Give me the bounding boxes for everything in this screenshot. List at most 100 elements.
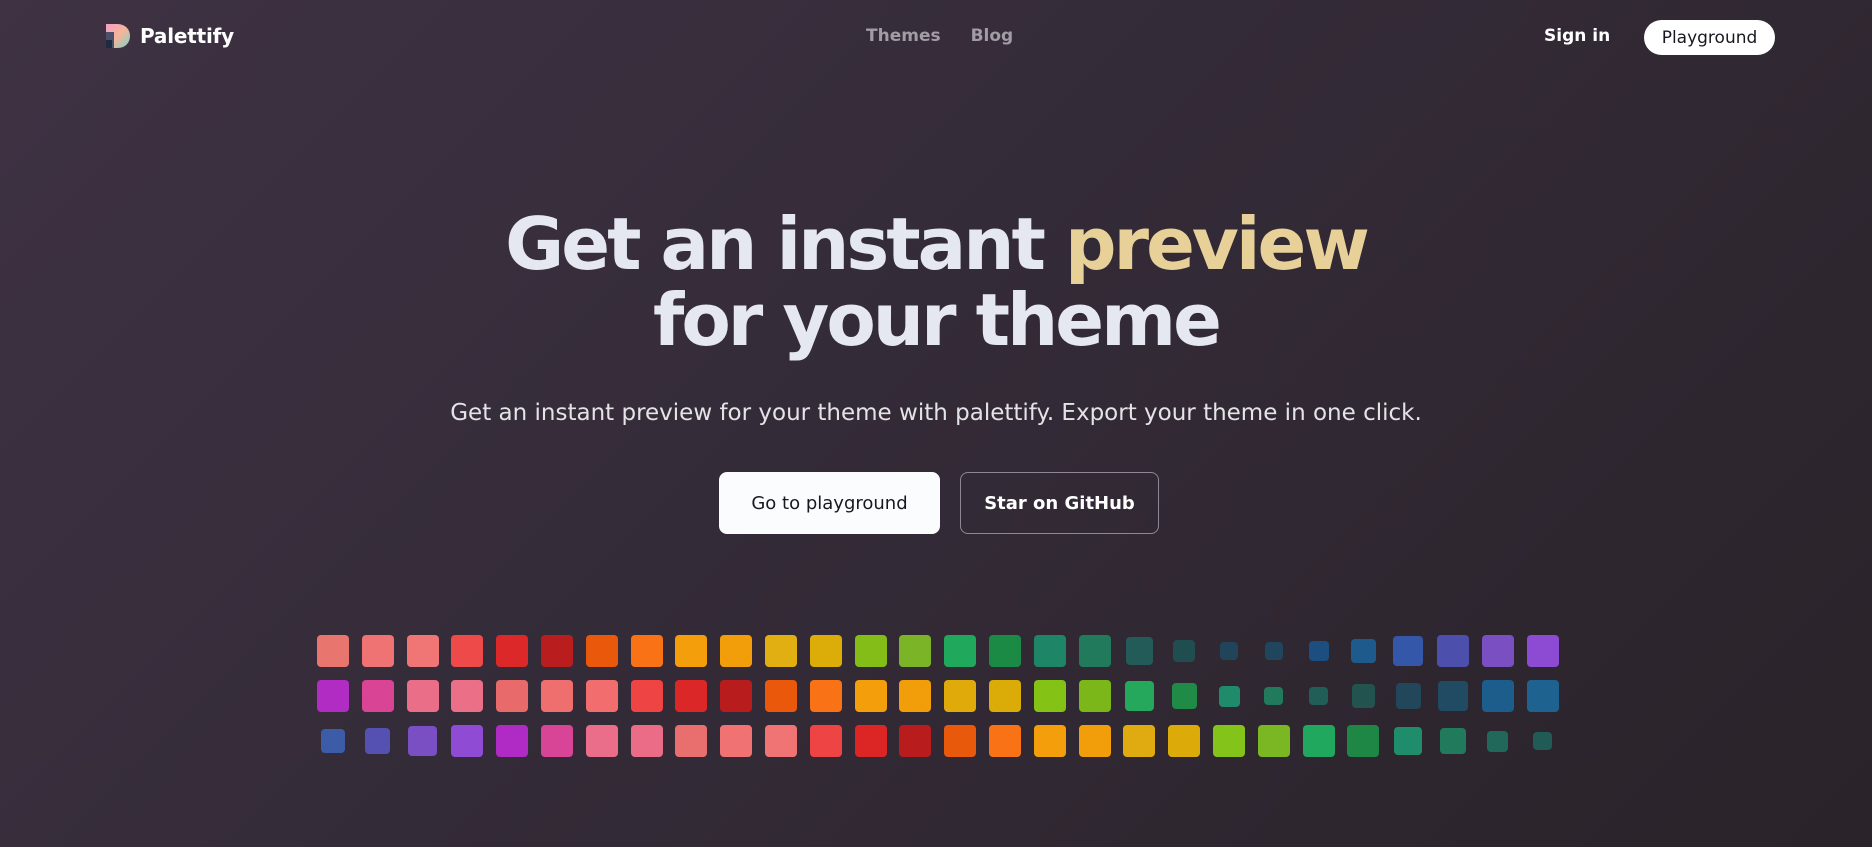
- color-swatch[interactable]: [585, 680, 618, 712]
- color-swatch[interactable]: [361, 635, 394, 667]
- color-swatch[interactable]: [1347, 725, 1380, 757]
- color-swatch[interactable]: [1302, 725, 1335, 757]
- color-swatch[interactable]: [899, 635, 932, 667]
- nav-link-themes[interactable]: Themes: [866, 26, 941, 46]
- color-swatch[interactable]: [675, 635, 708, 667]
- color-swatch[interactable]: [944, 680, 977, 712]
- color-swatch[interactable]: [1526, 680, 1559, 712]
- color-swatch[interactable]: [1437, 635, 1469, 667]
- color-swatch[interactable]: [406, 680, 439, 712]
- hero-title: Get an instant preview for your theme: [0, 206, 1872, 358]
- hero-title-accent: preview: [1065, 202, 1370, 286]
- color-swatch[interactable]: [451, 725, 484, 757]
- color-swatch[interactable]: [1526, 635, 1559, 667]
- color-swatch[interactable]: [944, 725, 977, 757]
- brand-logo-link[interactable]: Palettify: [104, 22, 234, 50]
- color-swatch[interactable]: [630, 635, 663, 667]
- color-swatch[interactable]: [1308, 641, 1329, 661]
- color-swatch[interactable]: [675, 680, 708, 712]
- color-swatch[interactable]: [496, 725, 529, 757]
- color-swatch[interactable]: [765, 635, 797, 667]
- color-swatch[interactable]: [1309, 686, 1328, 706]
- hero-title-line2: for your theme: [653, 278, 1222, 362]
- color-swatch[interactable]: [854, 725, 887, 757]
- color-swatch[interactable]: [675, 725, 708, 757]
- color-swatch[interactable]: [496, 680, 529, 712]
- color-swatch[interactable]: [809, 635, 842, 667]
- color-swatch[interactable]: [321, 729, 345, 753]
- color-swatch[interactable]: [720, 725, 753, 757]
- color-swatch[interactable]: [451, 680, 484, 712]
- color-swatch[interactable]: [899, 680, 932, 712]
- color-swatch[interactable]: [1351, 684, 1375, 708]
- color-swatch[interactable]: [989, 635, 1021, 667]
- color-swatch[interactable]: [1078, 680, 1111, 712]
- color-swatch[interactable]: [1033, 635, 1066, 667]
- color-swatch[interactable]: [1123, 725, 1156, 757]
- color-swatch[interactable]: [1168, 725, 1201, 757]
- color-swatch[interactable]: [1394, 727, 1422, 755]
- playground-button[interactable]: Playground: [1644, 20, 1775, 55]
- color-swatch[interactable]: [1351, 638, 1376, 664]
- color-swatch[interactable]: [406, 635, 439, 667]
- color-swatch[interactable]: [365, 728, 391, 754]
- color-swatch[interactable]: [1533, 731, 1552, 751]
- color-swatch[interactable]: [1481, 635, 1514, 667]
- color-swatch[interactable]: [541, 680, 573, 712]
- color-swatch[interactable]: [496, 635, 529, 667]
- sign-in-link[interactable]: Sign in: [1544, 26, 1610, 46]
- color-swatch[interactable]: [854, 680, 887, 712]
- color-swatch[interactable]: [630, 680, 663, 712]
- color-swatch[interactable]: [1033, 680, 1066, 712]
- color-swatch[interactable]: [1487, 730, 1509, 752]
- go-to-playground-button[interactable]: Go to playground: [719, 472, 940, 534]
- color-swatch[interactable]: [317, 680, 349, 712]
- color-swatch-grid: [0, 630, 1872, 770]
- color-swatch[interactable]: [585, 635, 618, 667]
- color-swatch[interactable]: [630, 725, 663, 757]
- color-swatch[interactable]: [944, 635, 977, 667]
- color-swatch[interactable]: [899, 725, 932, 757]
- color-swatch[interactable]: [451, 635, 484, 667]
- nav-link-blog[interactable]: Blog: [971, 26, 1014, 46]
- color-swatch[interactable]: [541, 635, 573, 667]
- color-swatch[interactable]: [541, 725, 573, 757]
- color-swatch[interactable]: [1481, 680, 1514, 712]
- color-swatch[interactable]: [765, 725, 797, 757]
- color-swatch[interactable]: [1218, 685, 1240, 707]
- nav-links: Themes Blog: [866, 26, 1013, 46]
- color-swatch[interactable]: [1440, 728, 1466, 754]
- color-swatch[interactable]: [1438, 681, 1468, 711]
- color-swatch[interactable]: [765, 680, 797, 712]
- color-swatch[interactable]: [720, 635, 753, 667]
- color-swatch[interactable]: [317, 635, 349, 667]
- color-swatch[interactable]: [361, 680, 394, 712]
- color-swatch[interactable]: [720, 680, 753, 712]
- color-swatch[interactable]: [989, 680, 1021, 712]
- color-swatch[interactable]: [1124, 681, 1155, 711]
- color-swatch[interactable]: [1033, 725, 1066, 757]
- color-swatch[interactable]: [407, 726, 438, 756]
- color-swatch[interactable]: [989, 725, 1021, 757]
- color-swatch[interactable]: [1395, 683, 1421, 709]
- color-swatch[interactable]: [1078, 635, 1111, 667]
- color-swatch[interactable]: [1213, 725, 1245, 757]
- color-swatch[interactable]: [1078, 725, 1111, 757]
- color-swatch[interactable]: [1257, 725, 1290, 757]
- color-swatch[interactable]: [809, 725, 842, 757]
- color-swatch[interactable]: [1393, 636, 1423, 666]
- palettify-logo-icon: [106, 24, 130, 48]
- hero-title-prefix: Get an instant: [505, 202, 1066, 286]
- color-swatch[interactable]: [585, 725, 618, 757]
- color-swatch[interactable]: [1173, 639, 1196, 663]
- top-nav: Palettify Themes Blog Sign in Playground: [0, 0, 1872, 76]
- swatch-row-2: [0, 679, 1872, 724]
- color-swatch[interactable]: [1220, 642, 1238, 660]
- color-swatch[interactable]: [809, 680, 842, 712]
- color-swatch[interactable]: [1265, 642, 1283, 660]
- color-swatch[interactable]: [1264, 686, 1284, 706]
- color-swatch[interactable]: [854, 635, 887, 667]
- color-swatch[interactable]: [1125, 637, 1153, 665]
- star-on-github-button[interactable]: Star on GitHub: [960, 472, 1159, 534]
- color-swatch[interactable]: [1171, 683, 1197, 709]
